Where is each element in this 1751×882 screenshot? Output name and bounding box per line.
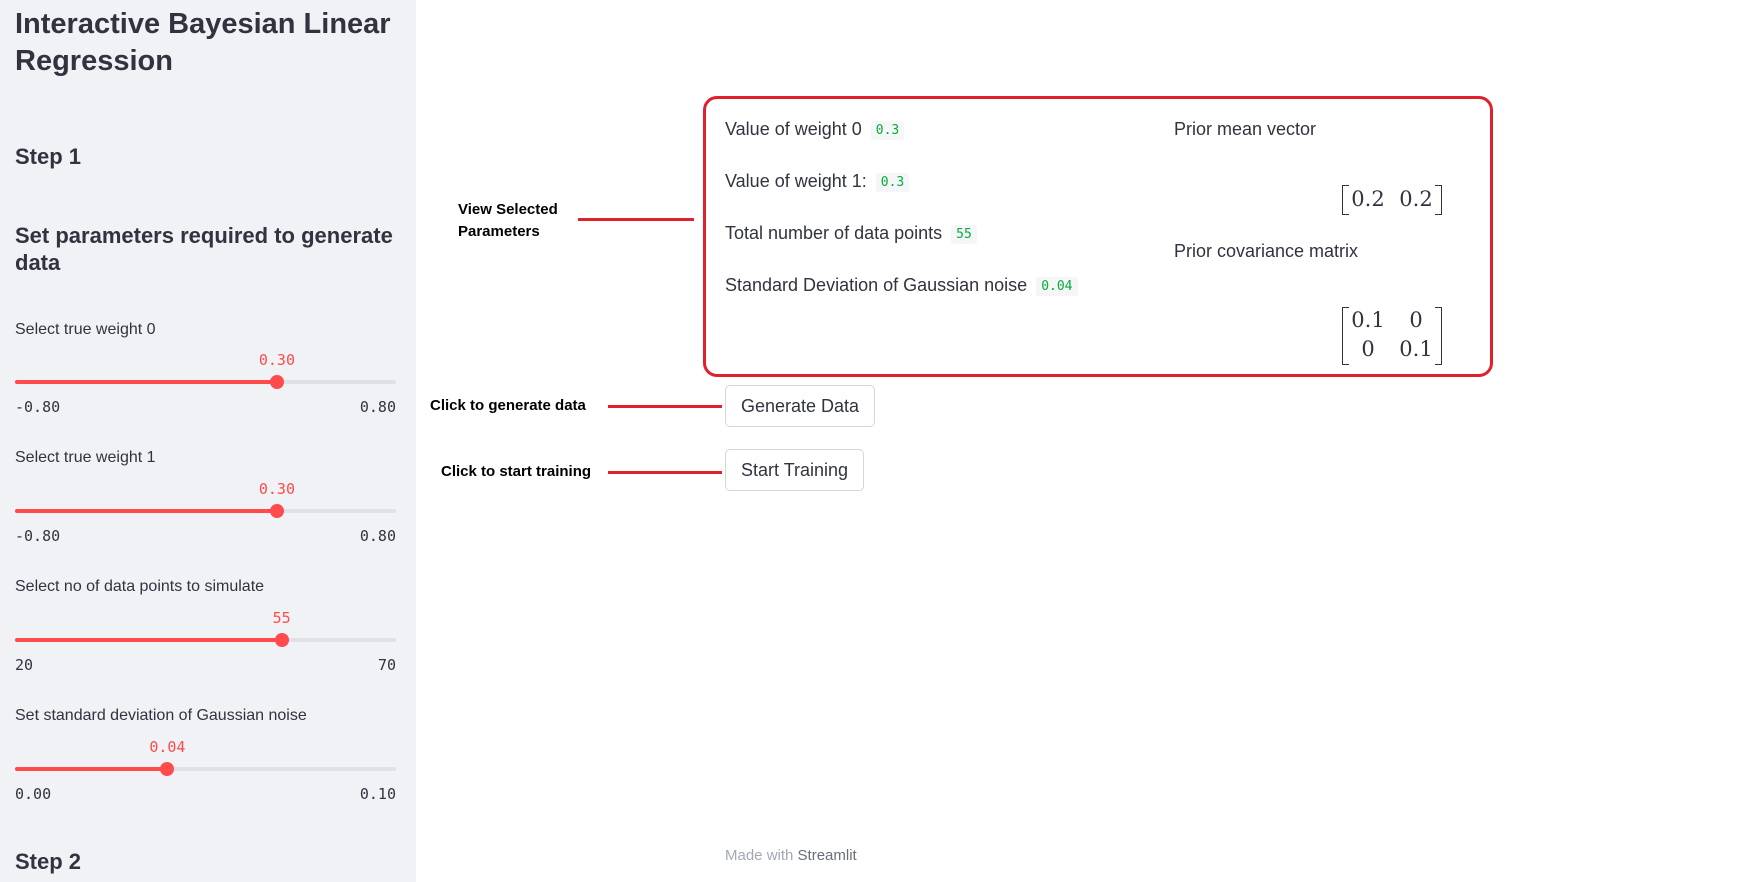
slider-points-label: Select no of data points to simulate	[15, 578, 265, 595]
matrix-cell: 0.2	[1351, 187, 1385, 211]
annotation-line	[608, 405, 722, 408]
matrix-cell: 0	[1409, 308, 1423, 332]
annotation-view-selected: View Selected Parameters	[458, 201, 558, 240]
start-training-button[interactable]: Start Training	[725, 449, 865, 491]
slider-max: 70	[377, 656, 396, 674]
prior-mean-label: Prior mean vector	[1174, 119, 1317, 139]
weight0-value: 0.3	[870, 121, 905, 140]
noise-label: Standard Deviation of Gaussian noise	[725, 275, 1028, 295]
section-heading: Set parameters required to generate data	[15, 223, 393, 275]
slider-min: 20	[15, 656, 34, 674]
noise-row: Standard Deviation of Gaussian noise 0.0…	[725, 275, 1078, 296]
prior-mean-vector: 0.2 0.2	[1342, 185, 1442, 215]
noise-value: 0.04	[1036, 277, 1078, 296]
matrix-cell: 0.1	[1351, 308, 1385, 332]
slider-value: 0.30	[258, 480, 295, 498]
slider-weight0[interactable]: 0.30 -0.80 0.80	[15, 351, 396, 416]
weight0-row: Value of weight 0 0.3	[725, 119, 905, 140]
matrix-cell: 0	[1361, 337, 1375, 361]
slider-fill	[15, 767, 168, 771]
weight0-label: Value of weight 0	[725, 119, 862, 139]
sidebar: Interactive Bayesian Linear Regression S…	[0, 0, 416, 882]
slider-min: -0.80	[15, 398, 61, 416]
weight1-value: 0.3	[875, 173, 910, 192]
slider-fill	[15, 638, 282, 642]
slider-noise-label: Set standard deviation of Gaussian noise	[15, 707, 307, 724]
slider-noise[interactable]: 0.04 0.00 0.10	[15, 738, 396, 803]
footer-made-with: Made with	[725, 847, 794, 864]
slider-max: 0.80	[359, 398, 396, 416]
generate-data-button[interactable]: Generate Data	[725, 385, 876, 427]
slider-thumb[interactable]	[160, 762, 175, 776]
slider-thumb[interactable]	[269, 504, 284, 518]
slider-fill	[15, 509, 277, 513]
slider-max: 0.80	[359, 527, 396, 545]
slider-min: 0.00	[15, 785, 52, 803]
footer: Made with Streamlit	[725, 847, 857, 864]
slider-value: 0.30	[258, 351, 295, 369]
annotation-generate: Click to generate data	[430, 397, 586, 414]
slider-min: -0.80	[15, 527, 61, 545]
step2-heading: Step 2	[15, 849, 82, 874]
slider-thumb[interactable]	[269, 375, 284, 389]
slider-thumb[interactable]	[274, 633, 289, 647]
annotation-line	[578, 218, 694, 221]
slider-fill	[15, 380, 277, 384]
annotation-training: Click to start training	[441, 463, 592, 480]
matrix-cell: 0.2	[1399, 187, 1433, 211]
prior-cov-label: Prior covariance matrix	[1174, 241, 1359, 261]
weight1-row: Value of weight 1: 0.3	[725, 171, 910, 192]
prior-cov-matrix: 0.1 0 0 0.1	[1342, 307, 1442, 365]
weight1-label: Value of weight 1:	[725, 171, 867, 191]
slider-value: 0.04	[149, 738, 186, 756]
app-title: Interactive Bayesian Linear Regression	[15, 8, 391, 77]
annotation-line	[608, 471, 722, 474]
slider-weight1-label: Select true weight 1	[15, 449, 156, 466]
slider-max: 0.10	[359, 785, 396, 803]
footer-streamlit-link[interactable]: Streamlit	[798, 847, 857, 864]
matrix-cell: 0.1	[1399, 337, 1433, 361]
points-row: Total number of data points 55	[725, 223, 977, 244]
step1-heading: Step 1	[15, 144, 82, 169]
slider-weight1[interactable]: 0.30 -0.80 0.80	[15, 480, 396, 545]
slider-weight0-label: Select true weight 0	[15, 321, 156, 338]
slider-value: 55	[272, 609, 291, 627]
slider-points[interactable]: 55 20 70	[15, 609, 396, 674]
points-label: Total number of data points	[725, 223, 943, 243]
points-value: 55	[951, 225, 977, 244]
